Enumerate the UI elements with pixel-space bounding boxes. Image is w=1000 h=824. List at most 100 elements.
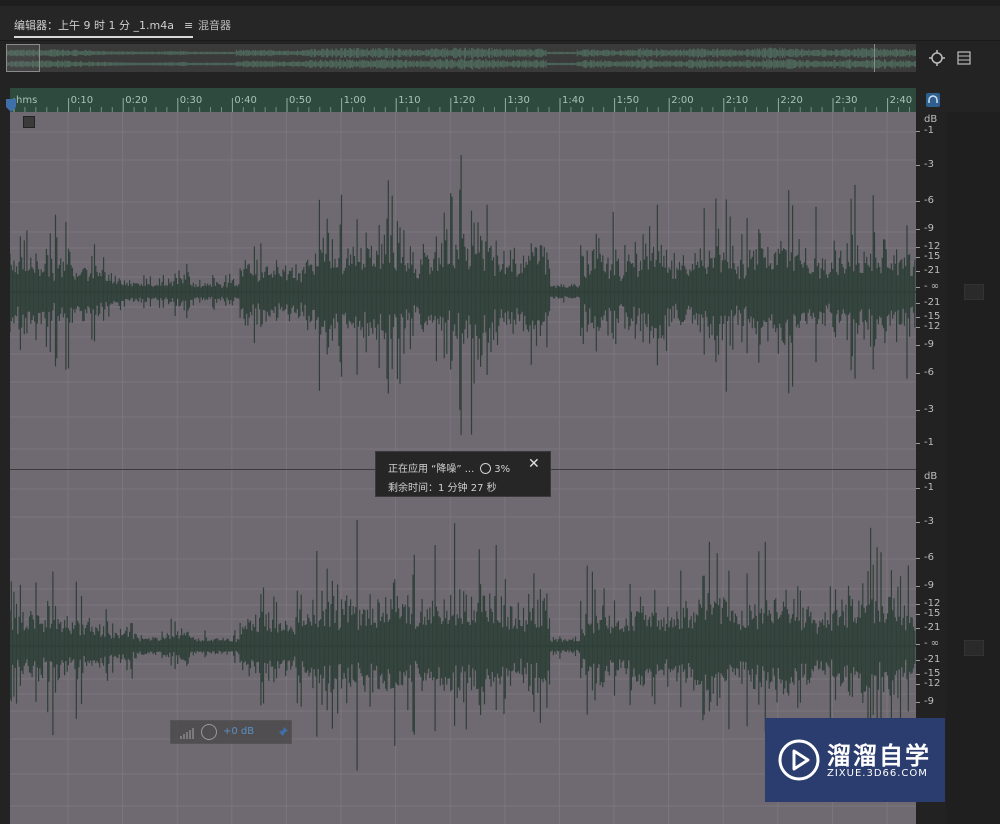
waveform-overview[interactable] <box>6 44 916 72</box>
db-scale-tick <box>916 246 920 248</box>
db-scale-tick <box>916 372 920 374</box>
progress-status: 正在应用 “降噪” ... 3% <box>388 460 510 475</box>
db-scale-tick <box>916 442 920 444</box>
db-scale-tick <box>916 131 920 133</box>
spinner-icon <box>480 463 492 474</box>
watermark-url: ZIXUE.3D66.COM <box>827 768 928 779</box>
db-scale-label: -21 <box>924 653 941 665</box>
db-scale-label: - ∞ <box>924 638 940 649</box>
ruler-tick-label: 0:30 <box>180 95 202 106</box>
db-scale-tick <box>916 614 920 616</box>
watermark-logo: 溜溜自学 ZIXUE.3D66.COM <box>765 718 945 802</box>
level-bars-icon <box>180 728 194 739</box>
db-scale-tick <box>916 257 920 259</box>
time-ruler[interactable]: hms 0:10 0:20 0:30 0:40 0:50 1:00 1:10 1:20 1:30 1… <box>10 88 916 113</box>
db-scale-label: -9 <box>924 223 934 235</box>
panel-layout-icon[interactable] <box>957 51 971 65</box>
db-unit-label: dB <box>924 471 938 482</box>
db-scale-label: -3 <box>924 158 934 170</box>
volume-hud: +0 dB <box>170 720 292 744</box>
db-scale-label: -1 <box>924 482 934 494</box>
db-scale-label: -12 <box>924 240 941 252</box>
db-scale-tick <box>916 316 920 318</box>
ruler-tick-label: 1:20 <box>453 95 475 106</box>
db-scale-label: -12 <box>924 597 941 609</box>
progress-dialog: 正在应用 “降噪” ... 3% 剩余时间：1 分钟 27 秒 ✕ <box>375 451 551 497</box>
tab-menu-icon[interactable]: ≡ <box>184 19 193 32</box>
time-ruler-ticks: hms 0:10 0:20 0:30 0:40 0:50 1:00 1:10 1:20 1:30 1… <box>13 95 912 112</box>
db-scale-tick <box>916 344 920 346</box>
playhead-marker[interactable] <box>5 99 17 113</box>
channel-enable-toggle-left[interactable] <box>964 284 984 300</box>
db-scale-label: -1 <box>924 125 934 137</box>
ruler-tick-label: 2:40 <box>890 95 912 106</box>
db-scale-label: -15 <box>924 310 941 322</box>
corner-toggle-icon[interactable] <box>23 116 35 128</box>
db-scale-tick <box>916 287 920 288</box>
db-scale-tick <box>916 521 920 523</box>
db-scale-tick <box>916 586 920 588</box>
db-scale-tick <box>916 701 920 703</box>
db-scale-label: -21 <box>924 265 941 277</box>
ruler-tick-label: 2:10 <box>726 95 748 106</box>
db-scale-tick <box>916 644 920 645</box>
db-scale-tick <box>916 302 920 304</box>
overview-end-handle[interactable] <box>874 44 916 72</box>
db-scale-label: -12 <box>924 321 941 333</box>
volume-value[interactable]: +0 dB <box>223 726 254 737</box>
db-scale-tick <box>916 628 920 630</box>
zoom-navigator-icon[interactable] <box>928 49 946 67</box>
ruler-tick-label: 0:40 <box>234 95 256 106</box>
db-scale-label: -9 <box>924 338 934 350</box>
db-scale-label: - ∞ <box>924 281 940 292</box>
db-scale-label: -15 <box>924 251 941 263</box>
db-unit-label: dB <box>924 114 938 125</box>
ruler-tick-label: 1:10 <box>398 95 420 106</box>
progress-percent: 3% <box>494 464 511 475</box>
db-scale-tick <box>916 229 920 231</box>
watermark-brand: 溜溜自学 <box>827 742 931 770</box>
right-panel <box>946 112 1000 824</box>
ruler-tick-label: 0:10 <box>71 95 93 106</box>
ruler-tick-label: 1:30 <box>507 95 529 106</box>
db-scale-tick <box>916 684 920 686</box>
pin-icon[interactable] <box>277 726 289 738</box>
progress-status-text: 正在应用 “降噪” ... <box>388 464 475 475</box>
db-scale-tick <box>916 488 920 490</box>
ruler-tick-label: 2:30 <box>835 95 857 106</box>
db-scale-label: -21 <box>924 622 941 634</box>
tab-mixer[interactable]: 混音器 <box>198 17 231 33</box>
play-logo-icon <box>778 739 820 781</box>
db-scale-tick <box>916 201 920 203</box>
volume-knob[interactable] <box>201 724 217 740</box>
db-scale-label: -1 <box>924 436 934 448</box>
db-scale-label: -3 <box>924 515 934 527</box>
ruler-tick-label: 1:50 <box>617 95 639 106</box>
ruler-tick-label: 0:20 <box>125 95 147 106</box>
overview-viewport-handle[interactable] <box>6 44 40 72</box>
ruler-tick-label: 2:20 <box>780 95 802 106</box>
db-scale-tick <box>916 673 920 675</box>
overview-waveform <box>6 47 916 70</box>
db-scale-label: -21 <box>924 296 941 308</box>
tab-editor[interactable]: 编辑器：上午 9 时 1 分 _1.m4a ≡ <box>14 17 194 38</box>
db-scale-tick <box>916 271 920 273</box>
db-scale-tick <box>916 558 920 560</box>
db-scale-label: -9 <box>924 580 934 592</box>
headphone-icon[interactable] <box>926 93 940 107</box>
db-scale-label: -12 <box>924 678 941 690</box>
top-tab-bar: 编辑器：上午 9 时 1 分 _1.m4a ≡ 混音器 <box>0 0 1000 41</box>
ruler-tick-label: 1:00 <box>344 95 366 106</box>
db-scale-label: -3 <box>924 403 934 415</box>
channel-enable-toggle-right[interactable] <box>964 640 984 656</box>
ruler-tick-label: 1:40 <box>562 95 584 106</box>
close-icon[interactable]: ✕ <box>528 456 540 472</box>
ruler-tick-label: 2:00 <box>671 95 693 106</box>
db-scale-label: -6 <box>924 195 934 207</box>
db-scale-label: -15 <box>924 667 941 679</box>
db-scale-label: -6 <box>924 366 934 378</box>
db-scale-label: -6 <box>924 552 934 564</box>
tab-editor-label: 编辑器：上午 9 时 1 分 _1.m4a <box>14 19 174 32</box>
db-scale-tick <box>916 409 920 411</box>
db-scale-label: -9 <box>924 695 934 707</box>
